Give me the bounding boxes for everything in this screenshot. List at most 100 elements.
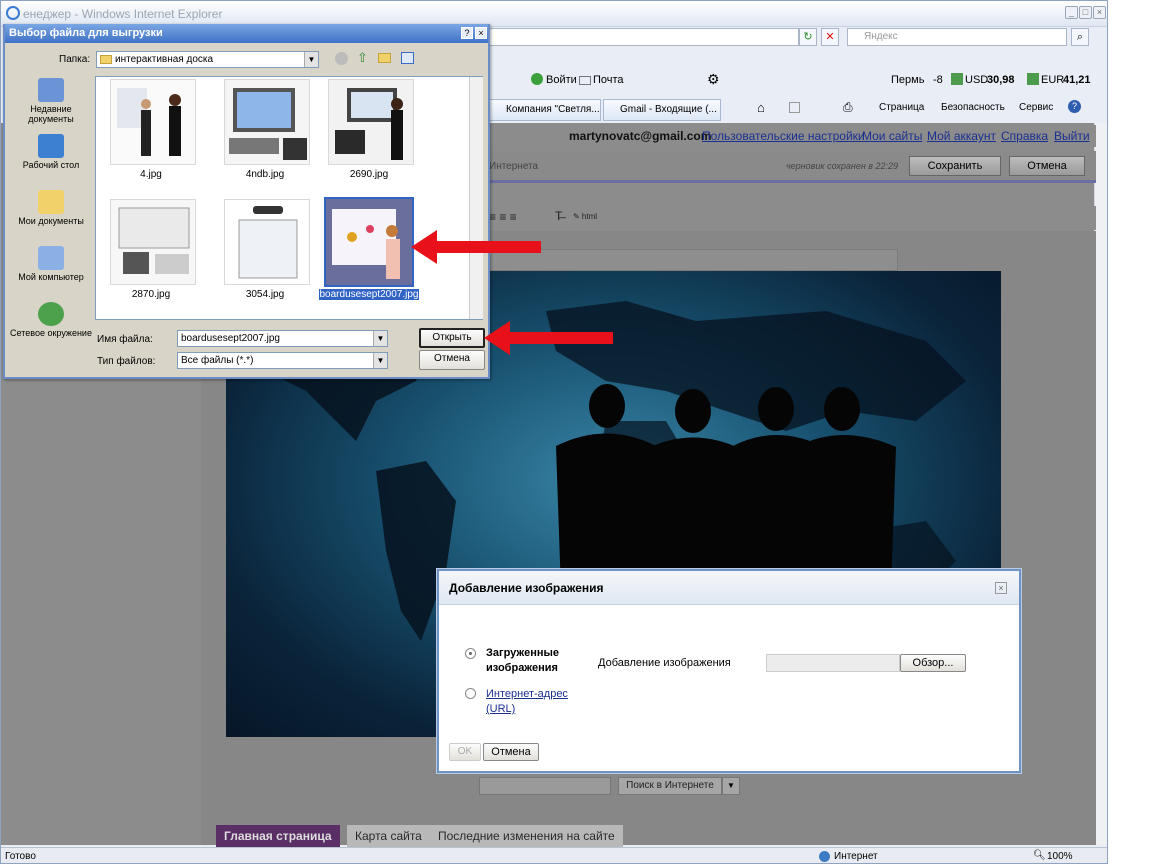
- help-icon[interactable]: ?: [1068, 100, 1081, 113]
- file-name-boardusesept2007-wrap[interactable]: boardusesept2007.jpg: [314, 289, 424, 300]
- file-thumb-boardusesept2007[interactable]: [324, 197, 414, 287]
- add-image-close-icon[interactable]: ×: [995, 582, 1007, 594]
- save-button[interactable]: Сохранить: [909, 156, 1001, 176]
- option-uploaded-label[interactable]: Загруженные изображения: [486, 646, 574, 676]
- align-icon[interactable]: ≡ ≡ ≡: [489, 210, 517, 224]
- search-icon[interactable]: ⌕: [1071, 28, 1089, 46]
- file-name-4[interactable]: 4.jpg: [96, 169, 206, 180]
- clear-format-icon[interactable]: T̶: [555, 209, 562, 223]
- tab-gmail[interactable]: Gmail - Входящие (...: [603, 99, 721, 121]
- browse-button[interactable]: Обзор...: [900, 654, 966, 672]
- file-name-3054[interactable]: 3054.jpg: [210, 289, 320, 300]
- globe-icon: [819, 851, 830, 862]
- place-my-documents[interactable]: Мои документы: [9, 190, 93, 226]
- status-zoom[interactable]: 100%: [1047, 851, 1073, 862]
- print-icon[interactable]: ⎙: [843, 100, 853, 115]
- format-toolbar: ≡ ≡ ≡ T̶ ✎ html: [481, 206, 1096, 230]
- stop-button[interactable]: ✕: [821, 28, 839, 46]
- yandex-search-input[interactable]: Яндекс: [847, 28, 1067, 46]
- home-icon[interactable]: ⌂: [757, 100, 765, 115]
- option-url-link[interactable]: Интернет-адрес (URL): [486, 687, 574, 717]
- address-bar[interactable]: [481, 28, 799, 46]
- new-folder-icon[interactable]: [378, 53, 391, 63]
- place-desktop[interactable]: Рабочий стол: [9, 134, 93, 170]
- file-list: 4.jpg 4ndb.jpg 2690.jpg 2870.jpg 3054.jp…: [95, 76, 483, 320]
- command-page[interactable]: Страница: [879, 102, 924, 113]
- my-computer-icon: [38, 246, 64, 270]
- maximize-button[interactable]: □: [1079, 6, 1092, 19]
- place-my-computer[interactable]: Мой компьютер: [9, 246, 93, 282]
- link-user-settings[interactable]: Пользовательские настройки: [702, 129, 865, 143]
- close-window-button[interactable]: ×: [1093, 6, 1106, 19]
- nav-sitemap[interactable]: Карта сайта: [347, 825, 430, 847]
- open-button[interactable]: Открыть: [419, 328, 485, 348]
- file-thumb-4ndb[interactable]: [224, 79, 310, 165]
- link-my-account[interactable]: Мой аккаунт: [927, 129, 996, 143]
- folder-value: интерактивная доска: [115, 54, 214, 65]
- filename-label: Имя файла:: [97, 334, 153, 345]
- refresh-button[interactable]: ↻: [799, 28, 817, 46]
- folder-select[interactable]: интерактивная доска ▼: [96, 51, 319, 68]
- file-name-4ndb[interactable]: 4ndb.jpg: [210, 169, 320, 180]
- toolbar-city[interactable]: Пермь: [891, 74, 924, 86]
- place-network[interactable]: Сетевое окружение: [9, 302, 93, 338]
- filetype-dropdown-icon[interactable]: ▼: [373, 353, 387, 368]
- toolbar-mail[interactable]: Почта: [593, 74, 624, 86]
- rss-icon[interactable]: [789, 102, 800, 113]
- settings-icon[interactable]: ⚙: [707, 71, 720, 88]
- page-scrollbar[interactable]: [1094, 123, 1107, 845]
- editor-label: Интернета: [489, 161, 539, 172]
- back-icon[interactable]: [335, 52, 348, 65]
- html-icon[interactable]: ✎ html: [573, 212, 597, 221]
- editor-cancel-button[interactable]: Отмена: [1009, 156, 1085, 176]
- file-dialog-close-icon[interactable]: ×: [475, 27, 487, 39]
- filetype-select[interactable]: Все файлы (*.*) ▼: [177, 352, 388, 369]
- radio-url[interactable]: [465, 688, 476, 699]
- file-name-2870[interactable]: 2870.jpg: [96, 289, 206, 300]
- minimize-button[interactable]: _: [1065, 6, 1078, 19]
- nav-home[interactable]: Главная страница: [216, 825, 340, 847]
- network-icon: [38, 302, 64, 326]
- nav-recent-changes[interactable]: Последние изменения на сайте: [430, 825, 623, 847]
- toolbar-temperature: -8: [933, 74, 943, 86]
- file-dialog-help-icon[interactable]: ?: [461, 27, 473, 39]
- up-folder-icon[interactable]: ⇧: [357, 50, 368, 66]
- thumb-boardusesept2007-image: [326, 199, 412, 285]
- thumb-4-image: [111, 80, 195, 164]
- file-thumb-3054[interactable]: [224, 199, 310, 285]
- toolbar-usd-value: 30,98: [987, 74, 1015, 86]
- zoom-icon[interactable]: 🔍︎: [1033, 850, 1046, 861]
- link-my-sites[interactable]: Мои сайты: [862, 129, 922, 143]
- filename-value: boardusesept2007.jpg: [181, 333, 280, 344]
- file-thumb-2870[interactable]: [110, 199, 196, 285]
- folder-icon: [100, 55, 112, 64]
- command-security[interactable]: Безопасность: [941, 102, 1005, 113]
- toolbar-login[interactable]: Войти: [546, 74, 577, 86]
- file-list-scrollbar[interactable]: [469, 77, 483, 319]
- filetype-label: Тип файлов:: [97, 356, 156, 367]
- web-search-dropdown-icon[interactable]: ▼: [722, 777, 740, 795]
- places-bar: Недавние документы Рабочий стол Мои доку…: [9, 72, 93, 362]
- file-name-boardusesept2007[interactable]: boardusesept2007.jpg: [318, 289, 420, 300]
- file-dialog-cancel-button[interactable]: Отмена: [419, 350, 485, 370]
- radio-uploaded-images[interactable]: [465, 648, 476, 659]
- link-help[interactable]: Справка: [1001, 129, 1048, 143]
- web-search-button[interactable]: Поиск в Интернете: [618, 777, 722, 795]
- file-name-2690[interactable]: 2690.jpg: [314, 169, 424, 180]
- add-image-cancel-button[interactable]: Отмена: [483, 743, 539, 761]
- web-search-input[interactable]: [479, 777, 611, 795]
- command-service[interactable]: Сервис: [1019, 102, 1053, 113]
- link-logout[interactable]: Выйти: [1054, 129, 1090, 143]
- view-menu-icon[interactable]: [401, 52, 414, 64]
- filename-input[interactable]: boardusesept2007.jpg ▼: [177, 330, 388, 347]
- file-upload-dialog: Выбор файла для выгрузки ? × Папка: инте…: [3, 24, 490, 379]
- tab-company[interactable]: Компания "Светля...: [489, 99, 601, 121]
- ok-button[interactable]: OK: [449, 743, 481, 761]
- file-thumb-4[interactable]: [110, 79, 196, 165]
- place-recent[interactable]: Недавние документы: [9, 78, 93, 124]
- toolbar-eur-value: 41,21: [1063, 74, 1091, 86]
- file-thumb-2690[interactable]: [328, 79, 414, 165]
- add-image-file-input[interactable]: [766, 654, 900, 672]
- folder-dropdown-icon[interactable]: ▼: [304, 52, 318, 67]
- filename-dropdown-icon[interactable]: ▼: [373, 331, 387, 346]
